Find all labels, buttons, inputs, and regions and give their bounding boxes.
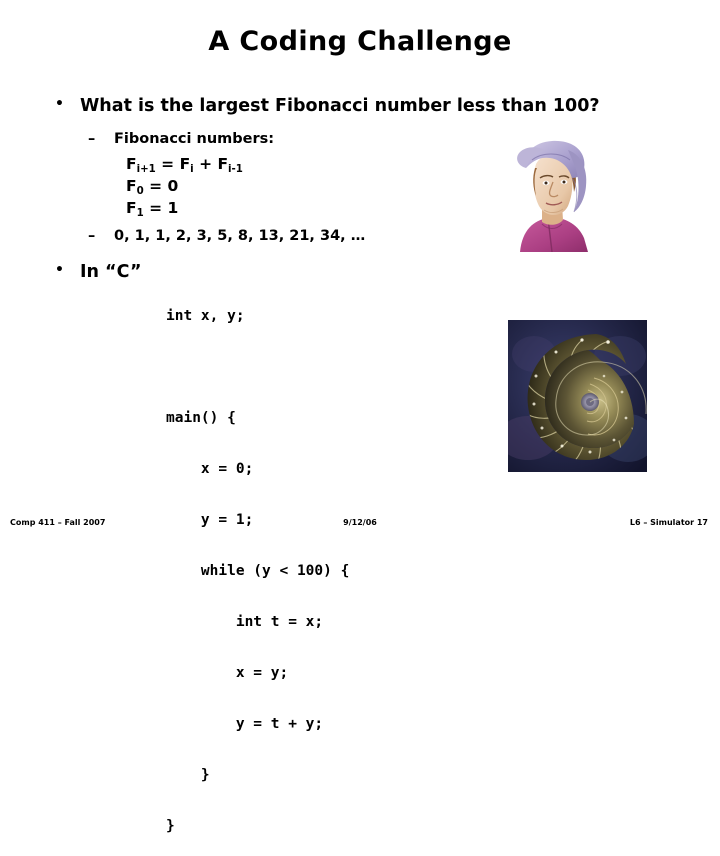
slide-footer: Comp 411 – Fall 2007 9/12/06 L6 – Simula… xyxy=(0,518,720,534)
formula-base-case-zero: F0 = 0 xyxy=(126,177,179,197)
nautilus-shell-image xyxy=(508,320,647,472)
bullet-item-main-question: • What is the largest Fibonacci number le… xyxy=(55,96,600,116)
formula-base0-value: = 0 xyxy=(143,177,179,195)
footer-lecture-label: L6 – Simulator 17 xyxy=(629,518,708,527)
code-line: x = y; xyxy=(166,665,289,681)
bullet-marker-dash: – xyxy=(88,228,96,244)
code-line: y = t + y; xyxy=(166,716,324,732)
sub-bullet-text-fibonacci-numbers: Fibonacci numbers: xyxy=(114,131,275,147)
formula-f-left: F xyxy=(126,155,137,173)
sub-bullet-item-fibonacci-numbers: – Fibonacci numbers: xyxy=(88,131,274,148)
bullet-marker-dot: • xyxy=(55,262,64,278)
code-block-fibonacci-c: int x, y; main() { x = 0; y = 1; while (… xyxy=(166,280,349,856)
formula-base1-value: = 1 xyxy=(143,199,179,217)
code-line: int x, y; xyxy=(166,308,245,324)
bullet-marker-dash: – xyxy=(88,131,96,147)
code-line: int t = x; xyxy=(166,614,324,630)
page-title: A Coding Challenge xyxy=(208,26,512,57)
bullet-text-in-c: In “C” xyxy=(80,262,142,282)
formula-f-right: F xyxy=(217,155,229,173)
sub-bullet-text-sequence: 0, 1, 1, 2, 3, 5, 8, 13, 21, 34, … xyxy=(114,228,366,244)
formula-base0-f: F xyxy=(126,177,137,195)
formula-base-case-one: F1 = 1 xyxy=(126,199,179,219)
code-line: } xyxy=(166,818,175,834)
bullet-item-in-c: • In “C” xyxy=(55,262,142,282)
formula-recurrence: Fi+1 = Fi + Fi-1 xyxy=(126,155,243,175)
formula-base0-subscript: 0 xyxy=(136,186,144,197)
fibonacci-portrait-image xyxy=(508,134,598,252)
formula-base1-f: F xyxy=(126,199,137,217)
formula-base1-subscript: 1 xyxy=(136,208,144,219)
sub-bullet-item-sequence: – 0, 1, 1, 2, 3, 5, 8, 13, 21, 34, … xyxy=(88,228,365,245)
code-line: } xyxy=(166,767,210,783)
code-line: while (y < 100) { xyxy=(166,563,350,579)
code-line: main() { xyxy=(166,410,236,426)
bullet-text-main-question: What is the largest Fibonacci number les… xyxy=(80,96,600,116)
formula-subscript-mid: i xyxy=(190,164,194,175)
formula-plus: + xyxy=(193,155,218,173)
formula-equals: = xyxy=(155,155,180,173)
formula-f-mid: F xyxy=(179,155,191,173)
code-line: x = 0; xyxy=(166,461,254,477)
footer-date-label: 9/12/06 xyxy=(343,518,377,527)
bullet-marker-dot: • xyxy=(55,96,64,112)
formula-subscript-right: i-1 xyxy=(228,164,243,175)
formula-subscript-left: i+1 xyxy=(136,164,156,175)
